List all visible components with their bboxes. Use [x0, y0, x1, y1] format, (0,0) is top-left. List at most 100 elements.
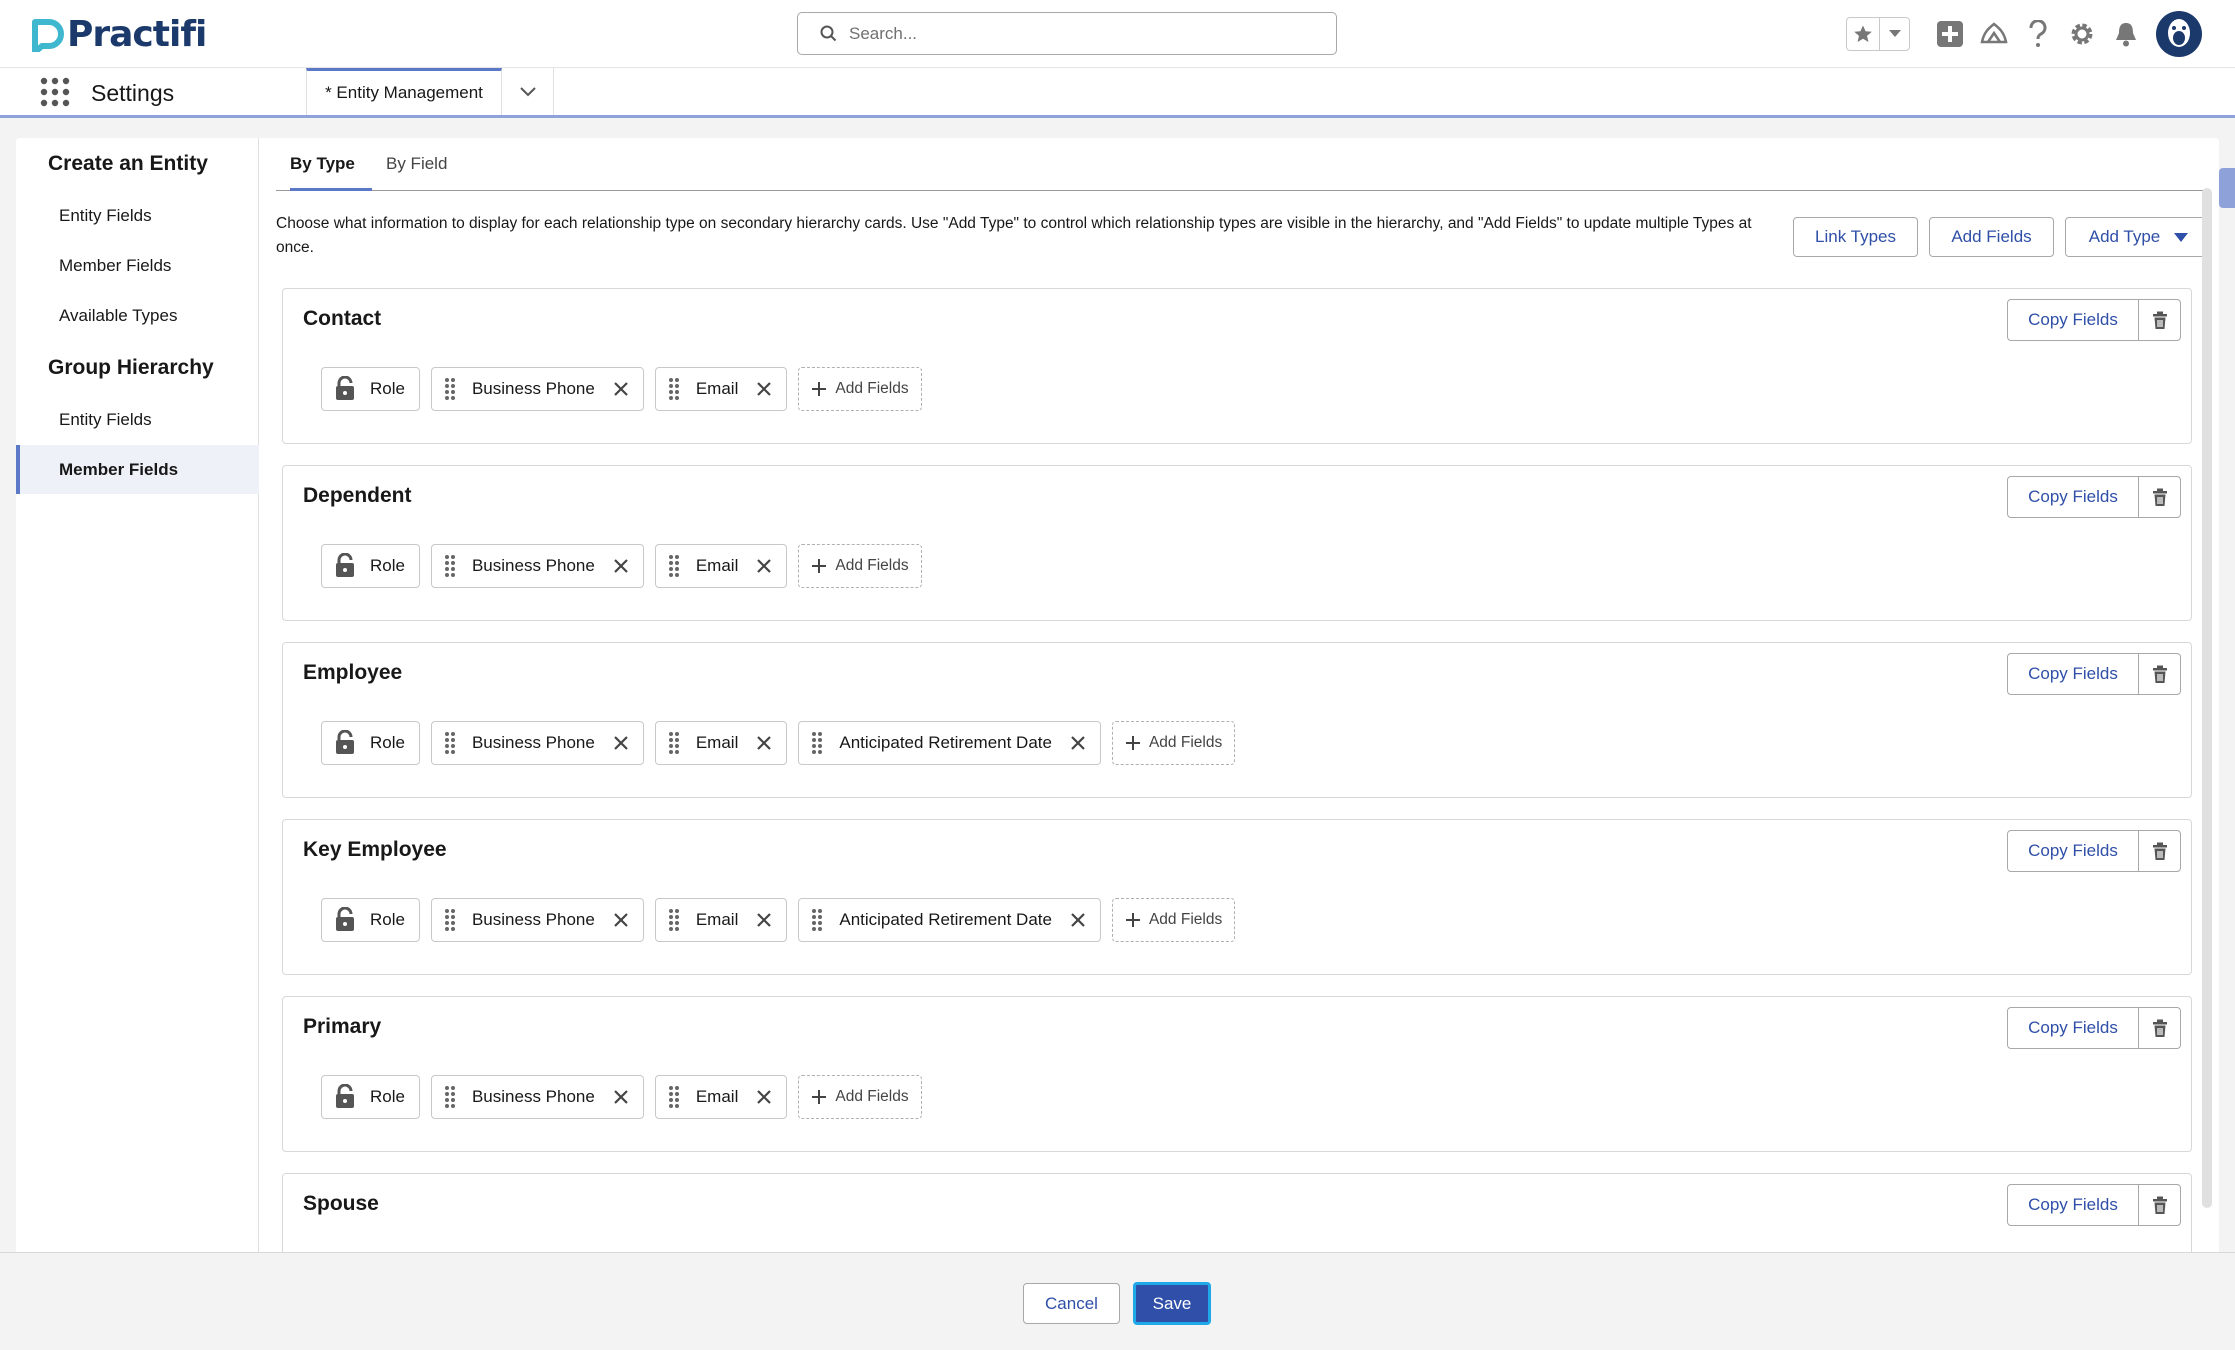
sidebar-item-entity-fields[interactable]: Entity Fields	[59, 206, 152, 226]
copy-fields-button[interactable]: Copy Fields	[2007, 830, 2139, 872]
locked-field-pill: Role	[321, 898, 420, 942]
favorites-list-button[interactable]	[1880, 18, 1909, 50]
tab-entity-management[interactable]: * Entity Management	[306, 68, 502, 115]
lock-icon	[336, 376, 354, 400]
field-pill-label: Email	[695, 733, 739, 752]
sidebar-item-group-member-fields[interactable]: Member Fields	[59, 460, 178, 480]
sidebar-item-member-fields[interactable]: Member Fields	[59, 256, 171, 276]
add-fields-pill[interactable]: Add Fields	[798, 544, 922, 588]
add-type-button[interactable]: Add Type	[2065, 217, 2212, 257]
remove-field-button[interactable]	[613, 735, 629, 751]
brand-name: Practifi	[67, 14, 207, 55]
guidance-center-button[interactable]	[1972, 14, 2016, 54]
settings-sidebar: Create an Entity Entity Fields Member Fi…	[16, 138, 259, 1253]
trash-icon	[2152, 1019, 2167, 1037]
field-pill-label: Business Phone	[471, 910, 595, 929]
tab-by-field[interactable]: By Field	[386, 154, 447, 191]
content-scrollbar[interactable]	[2202, 188, 2212, 1208]
card-title: Primary	[303, 1015, 382, 1038]
field-pill[interactable]: Email	[654, 367, 788, 411]
tab-by-type[interactable]: By Type	[290, 154, 372, 191]
remove-field-button[interactable]	[756, 558, 772, 574]
field-pill-label: Business Phone	[471, 379, 595, 398]
delete-type-button[interactable]	[2138, 830, 2181, 872]
relationship-type-card: Key Employee Copy Fields Role Business Phon…	[282, 819, 2192, 975]
drag-handle-icon	[444, 909, 455, 931]
card-title: Contact	[303, 307, 382, 330]
delete-type-button[interactable]	[2138, 476, 2181, 518]
app-launcher-icon[interactable]	[40, 77, 70, 107]
add-fields-label: Add Fields	[835, 1088, 909, 1105]
global-actions-button[interactable]	[1928, 14, 1972, 54]
remove-field-button[interactable]	[613, 381, 629, 397]
field-pill[interactable]: Email	[654, 1075, 788, 1119]
close-icon	[757, 736, 772, 750]
card-title: Employee	[303, 661, 403, 684]
field-pill[interactable]: Email	[654, 721, 788, 765]
user-avatar[interactable]	[2156, 11, 2202, 57]
add-fields-pill[interactable]: Add Fields	[798, 1075, 922, 1119]
close-icon	[1071, 913, 1085, 927]
field-pill[interactable]: Business Phone	[430, 544, 644, 588]
remove-field-button[interactable]	[613, 1089, 629, 1105]
drag-handle-icon	[812, 732, 823, 754]
remove-field-button[interactable]	[756, 735, 772, 751]
remove-field-button[interactable]	[756, 912, 772, 928]
copy-fields-button[interactable]: Copy Fields	[2007, 653, 2139, 695]
field-pill[interactable]: Business Phone	[430, 367, 644, 411]
copy-fields-button[interactable]: Copy Fields	[2007, 1007, 2139, 1049]
setup-button[interactable]	[2060, 14, 2104, 54]
field-pill[interactable]: Business Phone	[430, 721, 644, 765]
delete-type-button[interactable]	[2138, 1184, 2181, 1226]
close-icon	[757, 1090, 772, 1104]
save-button[interactable]: Save	[1133, 1282, 1211, 1325]
lock-icon	[336, 907, 354, 931]
remove-field-button[interactable]	[613, 558, 629, 574]
copy-fields-button[interactable]: Copy Fields	[2007, 476, 2139, 518]
copy-fields-button[interactable]: Copy Fields	[2007, 1184, 2139, 1226]
card-title: Dependent	[303, 484, 412, 507]
locked-field-pill: Role	[321, 367, 420, 411]
link-types-button[interactable]: Link Types	[1793, 217, 1918, 257]
drag-handle-icon	[444, 1086, 455, 1108]
field-pill-label: Role	[370, 556, 405, 575]
remove-field-button[interactable]	[1070, 912, 1086, 928]
field-pill[interactable]: Anticipated Retirement Date	[798, 898, 1101, 942]
side-panel-toggle[interactable]	[2219, 168, 2235, 208]
field-pill[interactable]: Business Phone	[430, 1075, 644, 1119]
notifications-button[interactable]	[2104, 14, 2148, 54]
search-input[interactable]	[849, 23, 1309, 44]
help-icon	[2029, 20, 2047, 47]
field-pill-label: Role	[370, 910, 405, 929]
delete-type-button[interactable]	[2138, 653, 2181, 695]
copy-fields-button[interactable]: Copy Fields	[2007, 299, 2139, 341]
tab-options-button[interactable]	[502, 68, 554, 115]
remove-field-button[interactable]	[756, 1089, 772, 1105]
add-fields-label: Add Fields	[835, 380, 909, 397]
field-pill[interactable]: Email	[654, 544, 788, 588]
field-pill[interactable]: Business Phone	[430, 898, 644, 942]
add-fields-pill[interactable]: Add Fields	[798, 367, 922, 411]
add-fields-button[interactable]: Add Fields	[1929, 217, 2054, 257]
field-pill-label: Email	[695, 910, 739, 929]
delete-type-button[interactable]	[2138, 299, 2181, 341]
lock-icon	[336, 730, 354, 754]
member-fields-content: By Type By Field Choose what information…	[260, 138, 2219, 1253]
add-fields-pill[interactable]: Add Fields	[1111, 898, 1236, 942]
sidebar-item-group-entity-fields[interactable]: Entity Fields	[59, 410, 152, 430]
trash-icon	[2152, 1196, 2167, 1214]
remove-field-button[interactable]	[756, 381, 772, 397]
add-fields-pill[interactable]: Add Fields	[1111, 721, 1236, 765]
favorites-button[interactable]	[1847, 18, 1881, 50]
help-button[interactable]	[2016, 14, 2060, 54]
gear-icon	[2071, 23, 2093, 45]
remove-field-button[interactable]	[1070, 735, 1086, 751]
field-pill[interactable]: Email	[654, 898, 788, 942]
field-pill[interactable]: Anticipated Retirement Date	[798, 721, 1101, 765]
sidebar-item-available-types[interactable]: Available Types	[59, 306, 177, 326]
delete-type-button[interactable]	[2138, 1007, 2181, 1049]
practifi-logo[interactable]: Practifi	[31, 14, 207, 55]
global-search[interactable]	[797, 12, 1337, 55]
remove-field-button[interactable]	[613, 912, 629, 928]
cancel-button[interactable]: Cancel	[1023, 1283, 1120, 1324]
